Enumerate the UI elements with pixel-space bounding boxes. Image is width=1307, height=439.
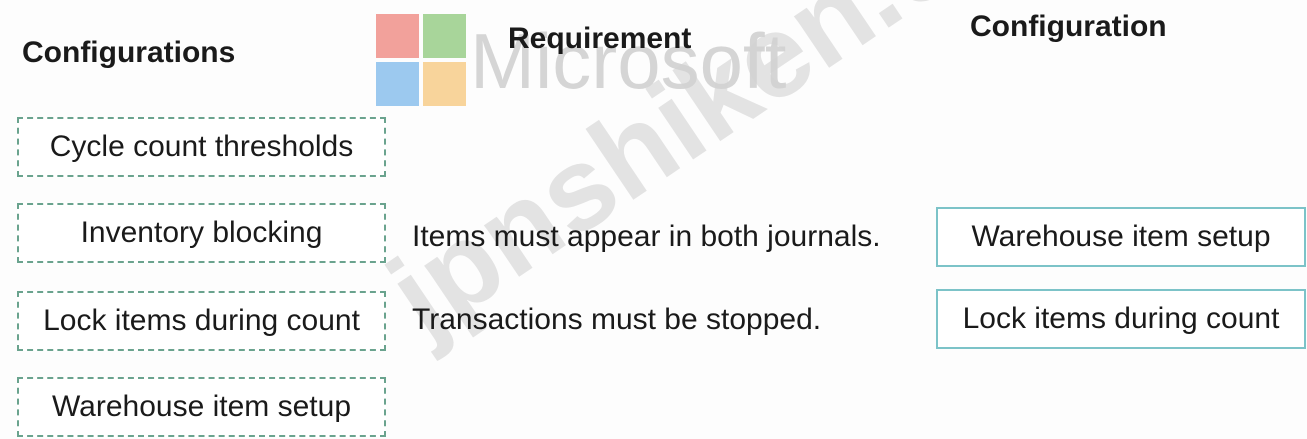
option-label: Inventory blocking (80, 216, 323, 249)
option-label: Warehouse item setup (51, 390, 352, 423)
configuration-heading: Configuration (970, 10, 1167, 43)
logo-blue-square (376, 62, 419, 106)
option-cycle-count-thresholds[interactable]: Cycle count thresholds (17, 117, 386, 177)
requirement-text-row-2: Transactions must be stopped. (412, 303, 822, 336)
requirement-text-row-1: Items must appear in both journals. (412, 220, 881, 253)
logo-green-square (423, 14, 466, 58)
configurations-heading: Configurations (22, 36, 236, 69)
option-lock-items-during-count[interactable]: Lock items during count (17, 291, 386, 351)
option-warehouse-item-setup[interactable]: Warehouse item setup (17, 377, 386, 437)
answer-label: Warehouse item setup (971, 220, 1271, 253)
option-label: Lock items during count (43, 304, 360, 337)
microsoft-logo-watermark (376, 14, 466, 106)
logo-red-square (376, 14, 419, 58)
answer-slot-row-2[interactable]: Lock items during count (936, 289, 1306, 349)
option-inventory-blocking[interactable]: Inventory blocking (17, 203, 386, 263)
logo-yellow-square (423, 62, 466, 106)
requirement-heading: Requirement (508, 22, 692, 55)
option-label: Cycle count thresholds (49, 130, 354, 163)
answer-slot-row-1[interactable]: Warehouse item setup (936, 207, 1306, 267)
answer-label: Lock items during count (962, 302, 1280, 335)
